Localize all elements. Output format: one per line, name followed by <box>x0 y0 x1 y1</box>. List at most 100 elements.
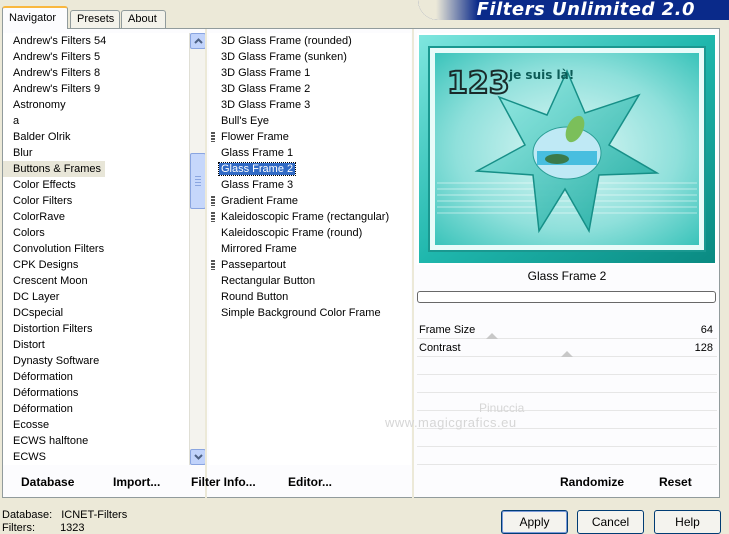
category-list[interactable]: Andrew's Filters 54 Andrew's Filters 5 And… <box>3 33 189 465</box>
filter-label: Glass Frame 3 <box>221 179 294 191</box>
category-item[interactable]: Crescent Moon <box>3 273 189 289</box>
tab-navigator[interactable]: Navigator <box>2 6 68 29</box>
category-item[interactable]: Andrew's Filters 54 <box>3 33 189 49</box>
category-label: Color Effects <box>13 179 76 191</box>
reset-button[interactable]: Reset <box>659 475 692 489</box>
status-filters-value: 1323 <box>60 522 85 534</box>
category-scrollbar[interactable] <box>189 33 206 465</box>
category-label: ColorRave <box>13 211 65 223</box>
category-label: Ecosse <box>13 419 50 431</box>
category-item[interactable]: Color Filters <box>3 193 189 209</box>
filter-label: Gradient Frame <box>221 195 299 207</box>
param-row[interactable]: Frame Size 64 <box>417 321 717 339</box>
filter-item[interactable]: Flower Frame <box>209 129 411 145</box>
randomize-button[interactable]: Randomize <box>560 475 624 489</box>
category-label: a <box>13 115 20 127</box>
status-filters: Filters: 1323 <box>2 522 85 534</box>
apply-button[interactable]: Apply <box>501 510 568 534</box>
category-label: Convolution Filters <box>13 243 105 255</box>
param-row[interactable]: Contrast 128 <box>417 339 717 357</box>
cancel-button[interactable]: Cancel <box>577 510 644 534</box>
filter-item[interactable]: Glass Frame 3 <box>209 177 411 193</box>
category-label: Colors <box>13 227 45 239</box>
category-item[interactable]: Colors <box>3 225 189 241</box>
chevron-up-icon <box>193 38 203 44</box>
category-item[interactable]: Distortion Filters <box>3 321 189 337</box>
filter-label: Kaleidoscopic Frame (round) <box>221 227 363 239</box>
category-item[interactable]: Andrew's Filters 5 <box>3 49 189 65</box>
progress-bar <box>417 291 716 303</box>
help-button[interactable]: Help <box>654 510 721 534</box>
filter-list[interactable]: 3D Glass Frame (rounded) 3D Glass Frame (… <box>209 33 411 465</box>
divider <box>205 29 207 499</box>
filter-item[interactable]: Glass Frame 1 <box>209 145 411 161</box>
category-label: Déformation <box>13 403 73 415</box>
category-item[interactable]: Déformation <box>3 401 189 417</box>
category-item[interactable]: Distort <box>3 337 189 353</box>
category-item[interactable]: ColorRave <box>3 209 189 225</box>
category-item[interactable]: ECWS halftone <box>3 433 189 449</box>
category-label: Crescent Moon <box>13 275 88 287</box>
grip-icon <box>211 212 215 222</box>
category-item[interactable]: Convolution Filters <box>3 241 189 257</box>
filter-item[interactable]: Glass Frame 2 <box>209 161 411 177</box>
category-item[interactable]: Dynasty Software <box>3 353 189 369</box>
filter-item[interactable]: Kaleidoscopic Frame (round) <box>209 225 411 241</box>
category-item[interactable]: Andrew's Filters 9 <box>3 81 189 97</box>
parameter-grid: Frame Size 64 Contrast 128 <box>417 321 717 465</box>
filter-label: Rectangular Button <box>221 275 316 287</box>
category-item[interactable]: Astronomy <box>3 97 189 113</box>
filter-item[interactable]: 3D Glass Frame 2 <box>209 81 411 97</box>
editor-button[interactable]: Editor... <box>288 475 332 489</box>
filter-item[interactable]: Passepartout <box>209 257 411 273</box>
category-item[interactable]: Buttons & Frames <box>3 161 189 177</box>
scroll-up-button[interactable] <box>190 33 206 49</box>
database-button[interactable]: Database <box>21 475 74 489</box>
preview-big-text: 123 <box>447 66 510 101</box>
chevron-down-icon <box>193 454 203 460</box>
filter-item[interactable]: Kaleidoscopic Frame (rectangular) <box>209 209 411 225</box>
category-label: CPK Designs <box>13 259 79 271</box>
category-item[interactable]: Déformations <box>3 385 189 401</box>
category-item[interactable]: CPK Designs <box>3 257 189 273</box>
param-value: 128 <box>694 342 713 354</box>
category-item[interactable]: Ecosse <box>3 417 189 433</box>
tab-about[interactable]: About <box>121 10 166 28</box>
preview-image: 123 je suis là! <box>417 33 717 265</box>
status-filters-label: Filters: <box>2 522 35 534</box>
filter-item[interactable]: Simple Background Color Frame <box>209 305 411 321</box>
category-item[interactable]: Color Effects <box>3 177 189 193</box>
filter-label: Round Button <box>221 291 289 303</box>
filter-item[interactable]: 3D Glass Frame (sunken) <box>209 49 411 65</box>
filter-item[interactable]: 3D Glass Frame (rounded) <box>209 33 411 49</box>
category-label: DCspecial <box>13 307 64 319</box>
scroll-thumb[interactable] <box>190 153 206 209</box>
filter-item[interactable]: 3D Glass Frame 3 <box>209 97 411 113</box>
category-item[interactable]: DCspecial <box>3 305 189 321</box>
category-item[interactable]: Déformation <box>3 369 189 385</box>
category-item[interactable]: Balder Olrik <box>3 129 189 145</box>
filter-label: Flower Frame <box>221 131 289 143</box>
filter-item[interactable]: Round Button <box>209 289 411 305</box>
filter-item[interactable]: Mirrored Frame <box>209 241 411 257</box>
status-database: Database: ICNET-Filters <box>2 509 127 521</box>
category-item[interactable]: a <box>3 113 189 129</box>
category-label: ECWS halftone <box>13 435 89 447</box>
filter-item[interactable]: Rectangular Button <box>209 273 411 289</box>
category-item[interactable]: DC Layer <box>3 289 189 305</box>
preview-artwork: 123 je suis là! <box>419 35 715 263</box>
filter-item[interactable]: 3D Glass Frame 1 <box>209 65 411 81</box>
category-item[interactable]: Andrew's Filters 8 <box>3 65 189 81</box>
category-item[interactable]: Blur <box>3 145 189 161</box>
scroll-down-button[interactable] <box>190 449 206 465</box>
tab-presets[interactable]: Presets <box>70 10 120 28</box>
filter-info-button[interactable]: Filter Info... <box>191 475 256 489</box>
param-row-empty <box>417 429 717 447</box>
category-label: Color Filters <box>13 195 73 207</box>
filter-item[interactable]: Bull's Eye <box>209 113 411 129</box>
category-label: Distortion Filters <box>13 323 93 335</box>
category-item[interactable]: ECWS <box>3 449 189 465</box>
import-button[interactable]: Import... <box>113 475 160 489</box>
category-label: Blur <box>13 147 33 159</box>
filter-item[interactable]: Gradient Frame <box>209 193 411 209</box>
